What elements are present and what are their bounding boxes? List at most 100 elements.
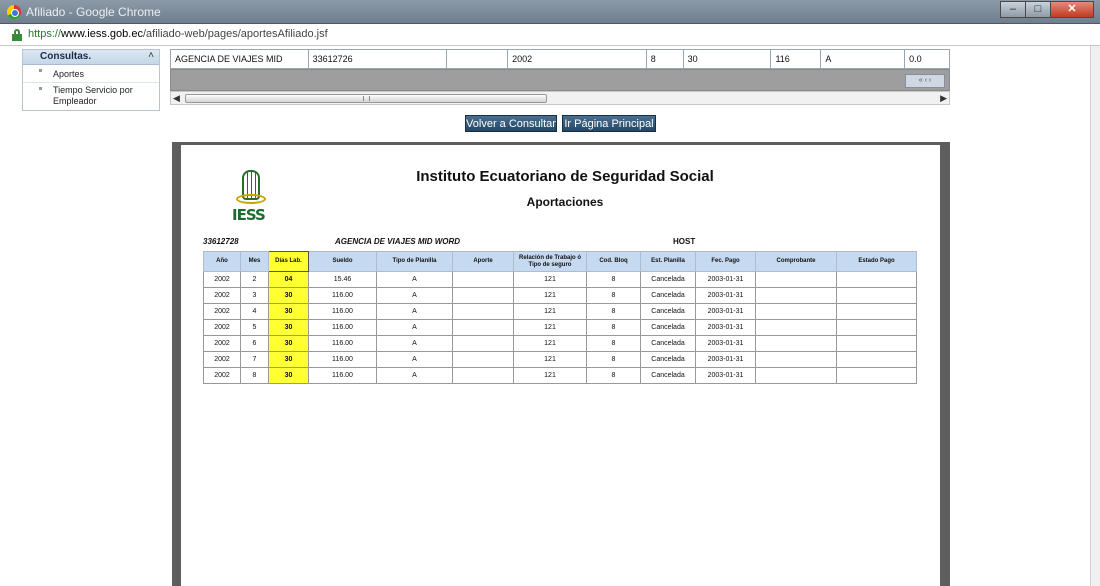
table-cell: A (376, 319, 453, 336)
table-cell (836, 319, 917, 336)
table-cell: Cancelada (640, 271, 696, 288)
scroll-right-icon[interactable]: ▶ (940, 93, 947, 104)
table-row: 2002 8 30 116.00 A 121 8 Cancelada 2003-01-31 (203, 367, 917, 384)
table-cell: 2002 (203, 271, 241, 288)
table-cell: 8 (586, 319, 641, 336)
maximize-button[interactable]: □ (1025, 1, 1051, 18)
table-cell (836, 287, 917, 304)
table-cell: 2003-01-31 (695, 335, 756, 352)
column-header: Días Lab. (268, 251, 309, 272)
aportaciones-table: Año Mes Días Lab. Sueldo Tipo de Planill… (203, 251, 917, 384)
table-cell: A (376, 367, 453, 384)
table-cell (452, 335, 514, 352)
table-header-row: Año Mes Días Lab. Sueldo Tipo de Planill… (203, 251, 917, 272)
column-header: Tipo de Planilla (376, 251, 453, 272)
table-cell: 8 (586, 367, 641, 384)
ir-pagina-principal-button[interactable]: Ir Página Principal (562, 115, 656, 132)
table-cell: 116.00 (308, 319, 377, 336)
table-cell (836, 367, 917, 384)
table-cell: 8 (586, 351, 641, 368)
table-cell: 2002 (203, 335, 241, 352)
close-button[interactable]: ✕ (1050, 1, 1094, 18)
aportes-summary-row: AGENCIA DE VIAJES MID WORD 33612726 2002… (170, 49, 950, 82)
table-cell: 121 (513, 367, 587, 384)
table-cell: 121 (513, 287, 587, 304)
summary-cell (447, 50, 509, 68)
afiliado-id: 33612728 (203, 237, 239, 246)
column-header: Comprobante (755, 251, 837, 272)
summary-cell: 30 (684, 50, 772, 68)
table-cell: 2003-01-31 (695, 303, 756, 320)
table-cell: 2003-01-31 (695, 287, 756, 304)
scroll-left-icon[interactable]: ◀ (173, 93, 180, 104)
table-cell: 121 (513, 351, 587, 368)
table-cell (755, 271, 837, 288)
table-cell: 15.46 (308, 271, 377, 288)
table-cell: 2003-01-31 (695, 351, 756, 368)
chevron-up-icon[interactable]: ˄ (148, 50, 154, 61)
employer-name: AGENCIA DE VIAJES MID WORD (335, 237, 461, 246)
summary-cell: A (821, 50, 906, 68)
pager-widget[interactable]: « ‹ › (905, 74, 945, 88)
table-cell: 2003-01-31 (695, 367, 756, 384)
sidebar-header[interactable]: Consultas. ˄ (23, 50, 159, 65)
table-footer-strip: « ‹ › (170, 69, 950, 91)
vertical-scrollbar[interactable] (1090, 46, 1100, 586)
report-title: Instituto Ecuatoriano de Seguridad Socia… (416, 168, 714, 185)
table-cell (836, 335, 917, 352)
table-cell: 30 (268, 335, 309, 352)
table-body: 2002 2 04 15.46 A 121 8 Cancelada 2003-01-31 2002… (203, 271, 917, 384)
table-cell: 2002 (203, 287, 241, 304)
table-cell: Cancelada (640, 335, 696, 352)
column-header: Sueldo (308, 251, 377, 272)
table-cell (755, 367, 837, 384)
table-cell: 8 (586, 287, 641, 304)
column-header: Est. Planilla (640, 251, 696, 272)
window-titlebar: Afiliado - Google Chrome – □ ✕ (0, 0, 1100, 24)
column-header: Mes (240, 251, 269, 272)
table-cell: A (376, 287, 453, 304)
sidebar-item-aportes[interactable]: Aportes (23, 65, 159, 83)
table-cell (452, 351, 514, 368)
summary-cell: AGENCIA DE VIAJES MID WORD (171, 50, 309, 82)
table-cell (836, 303, 917, 320)
address-bar[interactable]: https://www.iess.gob.ec/afiliado-web/pag… (0, 24, 1100, 46)
summary-cell: 33612726 (309, 50, 448, 68)
sidebar-item-tiempo-servicio[interactable]: Tiempo Servicio por Empleador (23, 83, 159, 107)
window-controls: – □ ✕ (1000, 1, 1094, 18)
table-cell: 2002 (203, 303, 241, 320)
table-cell (452, 271, 514, 288)
table-cell: 6 (240, 335, 269, 352)
table-cell: 116.00 (308, 287, 377, 304)
table-row: 2002 4 30 116.00 A 121 8 Cancelada 2003-01-31 (203, 303, 917, 320)
table-cell: A (376, 351, 453, 368)
table-cell (755, 335, 837, 352)
table-row: 2002 3 30 116.00 A 121 8 Cancelada 2003-01-31 (203, 287, 917, 304)
summary-cell: 2002 (508, 50, 647, 68)
minimize-button[interactable]: – (1000, 1, 1026, 18)
table-cell: 116.00 (308, 335, 377, 352)
table-cell: 7 (240, 351, 269, 368)
table-row: 2002 6 30 116.00 A 121 8 Cancelada 2003-01-31 (203, 335, 917, 352)
horizontal-scrollbar[interactable]: ◀ ▶ (170, 91, 950, 105)
url-text[interactable]: https://www.iess.gob.ec/afiliado-web/pag… (28, 28, 328, 40)
summary-cell: 116 (771, 50, 822, 68)
table-cell: 2002 (203, 367, 241, 384)
table-cell: 116.00 (308, 367, 377, 384)
table-cell: 30 (268, 287, 309, 304)
table-cell: Cancelada (640, 351, 696, 368)
table-cell (836, 351, 917, 368)
volver-a-consultar-button[interactable]: Volver a Consultar (465, 115, 557, 132)
table-cell (452, 367, 514, 384)
report-subtitle: Aportaciones (526, 195, 604, 209)
table-cell: 30 (268, 351, 309, 368)
table-cell: 121 (513, 335, 587, 352)
table-cell: 116.00 (308, 303, 377, 320)
table-cell (755, 287, 837, 304)
table-cell: 121 (513, 303, 587, 320)
table-cell: Cancelada (640, 303, 696, 320)
chrome-logo-icon (7, 5, 21, 19)
column-header: Estado Pago (836, 251, 917, 272)
scrollbar-thumb[interactable] (185, 94, 547, 103)
table-cell (452, 287, 514, 304)
